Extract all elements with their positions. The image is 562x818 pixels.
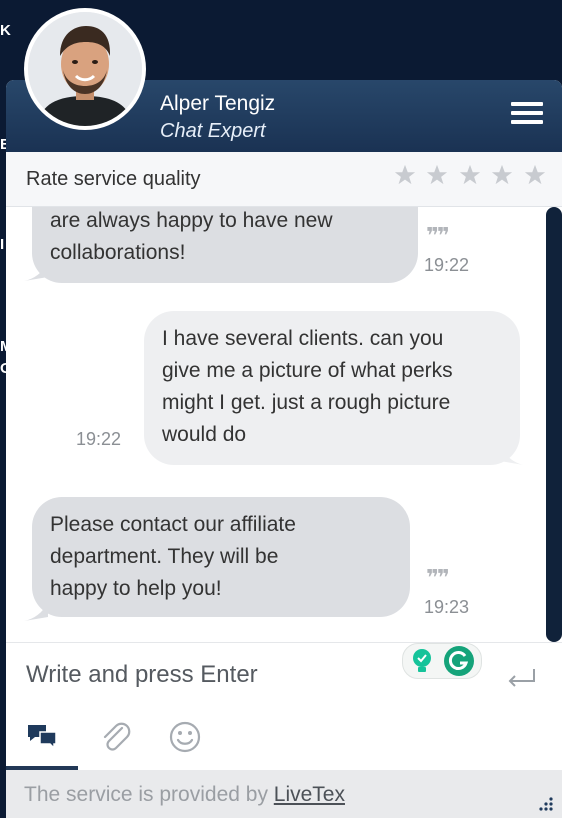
enter-icon[interactable] — [506, 667, 536, 689]
message-list[interactable]: are always happy to have new collaborati… — [6, 207, 562, 642]
message-bubble-incoming: Please contact our affiliate department.… — [32, 497, 410, 617]
message-bubble-outgoing: I have several clients. can you give me … — [144, 311, 520, 465]
menu-icon[interactable] — [511, 102, 543, 130]
composer — [6, 642, 562, 711]
star-icon[interactable] — [491, 162, 513, 188]
livetex-link[interactable]: LiveTex — [274, 783, 345, 806]
message-line: Please contact our affiliate — [50, 513, 296, 536]
background-text: I — [0, 236, 5, 253]
rating-bar: Rate service quality — [6, 152, 562, 207]
background-text: K — [0, 22, 11, 39]
bubble-tail-icon — [24, 603, 48, 621]
message-line: are always happy to have new — [50, 209, 333, 232]
grammarly-icon[interactable] — [443, 645, 475, 677]
rating-label: Rate service quality — [26, 168, 201, 190]
message-line: collaborations! — [50, 241, 186, 264]
star-icon[interactable] — [394, 162, 416, 188]
attachment-icon[interactable] — [98, 720, 132, 754]
scrollbar[interactable] — [546, 207, 562, 642]
message-bubble-incoming: are always happy to have new collaborati… — [32, 207, 418, 283]
message-time: 19:22 — [424, 255, 470, 275]
rating-stars — [394, 162, 552, 193]
message-line: would do — [162, 423, 247, 446]
composer-toolbar — [6, 710, 562, 770]
message-line: give me a picture of what perks — [162, 359, 453, 382]
avatar — [28, 12, 142, 126]
agent-avatar-frame — [24, 8, 146, 130]
chat-widget: Alper Tengiz Chat Expert Rate service qu… — [6, 80, 562, 818]
star-icon[interactable] — [426, 162, 448, 188]
grammarly-widget[interactable] — [402, 643, 482, 679]
message-time: 19:23 — [424, 597, 470, 617]
agent-role: Chat Expert — [160, 120, 266, 142]
double-quote-check-icon: ❞❞ — [426, 223, 450, 248]
message-line: might I get. just a rough picture — [162, 391, 451, 414]
footer: The service is provided by LiveTex — [6, 770, 562, 818]
star-icon[interactable] — [524, 162, 546, 188]
chat-icon[interactable] — [26, 720, 60, 754]
bubble-tail-icon — [500, 445, 524, 465]
footer-label: The service is provided by — [24, 783, 274, 806]
message-input[interactable] — [26, 655, 396, 695]
star-icon[interactable] — [459, 162, 481, 188]
double-quote-check-icon: ❞❞ — [426, 565, 450, 590]
emoji-icon[interactable] — [168, 720, 202, 754]
message-line: I have several clients. can you — [162, 327, 444, 350]
lightbulb-icon[interactable] — [411, 648, 433, 674]
message-time: 19:22 — [76, 429, 122, 449]
resize-grip-icon[interactable] — [538, 796, 554, 812]
agent-name: Alper Tengiz — [160, 92, 276, 115]
footer-text: The service is provided by LiveTex — [24, 783, 345, 807]
message-line: department. They will be — [50, 545, 279, 568]
bubble-tail-icon — [24, 263, 48, 281]
message-line: happy to help you! — [50, 577, 222, 600]
